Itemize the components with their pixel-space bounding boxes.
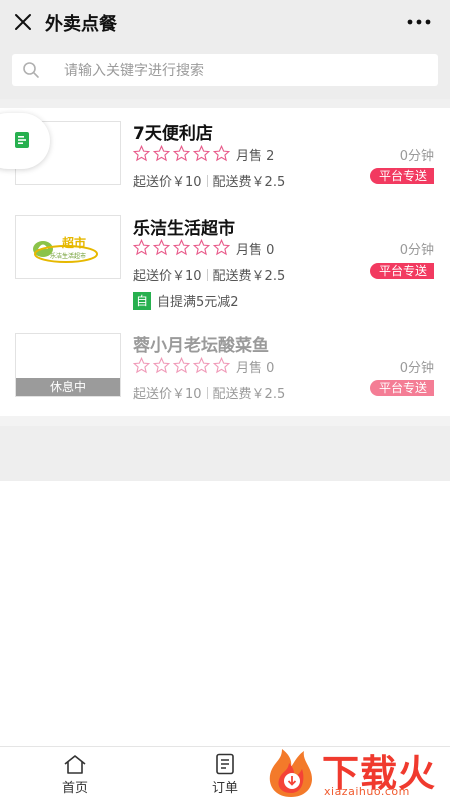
star-icon [213,145,230,162]
delivery-fee: 配送费￥2.5 [212,387,286,402]
star-icon [213,357,230,374]
star-icon [193,145,210,162]
star-icon [153,239,170,256]
fee-info: 起送价￥10 配送费￥2.5 [133,171,285,190]
store-name: 7天便利店 [133,124,213,144]
min-order-price: 起送价￥10 [133,175,202,190]
monthly-sales: 月售 0 [236,243,275,258]
delivery-fee: 配送费￥2.5 [212,175,286,190]
watermark-url: xiazaihuo.com [324,785,410,798]
list-divider [0,416,450,426]
title-bar: 外卖点餐 [0,0,450,44]
platform-delivery-badge: 平台专送 [369,263,434,279]
fee-info: 起送价￥10 配送费￥2.5 [133,383,285,402]
close-icon[interactable] [12,11,34,33]
pickup-tag: 自 [133,291,151,310]
page-title: 外卖点餐 [45,14,117,35]
star-icon [173,145,190,162]
section-gap [0,99,450,108]
divider [206,175,208,187]
tab-orders-label: 订单 [211,781,238,796]
platform-delivery-badge: 平台专送 [369,168,434,184]
delivery-fee: 配送费￥2.5 [212,269,286,284]
monthly-sales: 月售 2 [236,149,275,164]
store-name: 蓉小月老坛酸菜鱼 [133,336,269,356]
star-icon [173,239,190,256]
list-footer-area [0,426,450,481]
tab-home-label: 首页 [61,781,88,796]
logo-subtitle: 乐洁生活超市 [50,253,87,260]
tab-home[interactable]: 首页 [40,753,110,796]
home-icon [64,755,86,774]
delivery-time: 0分钟 [399,361,434,376]
star-icon [153,145,170,162]
search-box[interactable] [12,54,438,88]
divider [206,387,208,399]
star-icon [193,239,210,256]
logo-title: 超市 [62,236,87,250]
document-icon [15,132,29,148]
store-thumbnail: 休息中 [15,333,121,397]
delivery-time: 0分钟 [399,149,434,164]
search-icon [23,62,39,78]
fee-info: 起送价￥10 配送费￥2.5 [133,265,285,284]
divider [206,269,208,281]
star-icon [153,357,170,374]
closed-status-label: 休息中 [16,378,120,396]
star-icon [133,239,150,256]
flame-logo-icon [269,749,312,797]
order-list-icon [216,753,234,775]
search-input[interactable] [62,54,426,88]
store-logo: 超市 乐洁生活超市 [15,215,121,279]
store-name: 乐洁生活超市 [133,219,235,239]
promo-row: 自 自提满5元减2 [133,291,239,310]
rating-stars [133,145,230,163]
watermark: 下载火 xiazaihuo.com [262,741,450,800]
platform-delivery-badge: 平台专送 [369,380,434,396]
star-icon [133,357,150,374]
promo-text: 自提满5元减2 [157,295,239,310]
star-icon [173,357,190,374]
tab-orders[interactable]: 订单 [190,753,260,796]
monthly-sales: 月售 0 [236,361,275,376]
min-order-price: 起送价￥10 [133,269,202,284]
rating-stars [133,357,230,375]
star-icon [193,357,210,374]
min-order-price: 起送价￥10 [133,387,202,402]
star-icon [213,239,230,256]
delivery-time: 0分钟 [399,243,434,258]
more-icon[interactable] [406,11,432,33]
rating-stars [133,239,230,257]
star-icon [133,145,150,162]
